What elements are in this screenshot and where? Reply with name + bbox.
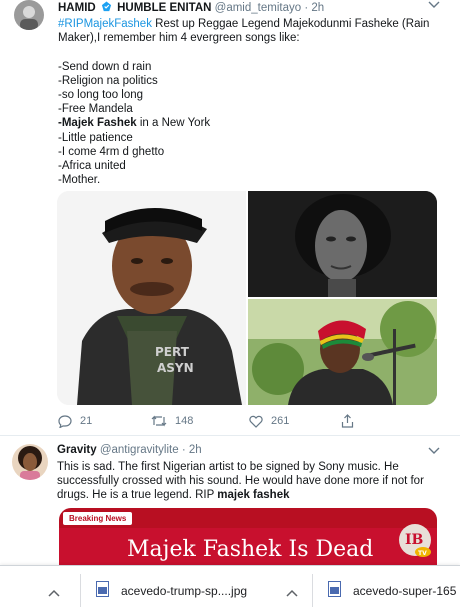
tweet-text: This is sad. The first Nigerian artist t… — [57, 460, 449, 502]
news-headline: Majek Fashek Is Dead — [127, 537, 374, 562]
reply-count: 21 — [80, 415, 93, 427]
download-filename: acevedo-trump-sp....jpg — [121, 583, 248, 598]
song-item: -Little patience — [58, 131, 133, 144]
retweet-icon — [151, 415, 167, 427]
text-line: successfully crossed with his sound. He … — [57, 475, 424, 487]
song-item: -so long too long — [58, 89, 144, 102]
song-bold: Majek Fashek — [61, 117, 137, 130]
chevron-down-icon[interactable] — [428, 446, 440, 458]
like-count: 261 — [271, 415, 290, 427]
song-item: -Africa united — [58, 160, 126, 173]
dot-separator: · — [304, 2, 309, 14]
like-button[interactable]: 261 — [249, 414, 329, 428]
download-item[interactable]: acevedo-trump-sp....jpg — [96, 566, 247, 615]
timestamp[interactable]: 2h — [311, 2, 324, 14]
verified-icon — [101, 1, 112, 15]
tweet-header: Gravity @antigravitylite · 2h — [57, 444, 202, 456]
photo-majek-fashek[interactable]: PERT ASYN — [57, 191, 246, 405]
tweet-hamid[interactable]: HAMID HUMBLE ENITAN @amid_temitayo · 2h … — [0, 0, 460, 428]
tweet-actions: 21 148 261 — [58, 414, 388, 428]
retweet-count: 148 — [175, 415, 194, 427]
photo-performing[interactable] — [248, 299, 437, 405]
song-item: -Religion na politics — [58, 74, 158, 87]
media-grid[interactable]: PERT ASYN — [57, 191, 437, 405]
timestamp[interactable]: 2h — [189, 444, 202, 456]
song-item: -I come 4rm d ghetto — [58, 145, 165, 158]
download-item[interactable]: acevedo-super-165 — [328, 566, 456, 615]
reply-button[interactable]: 21 — [58, 414, 133, 428]
handle[interactable]: @amid_temitayo — [215, 2, 301, 14]
text-line: This is sad. The first Nigerian artist t… — [57, 461, 399, 473]
share-button[interactable] — [341, 414, 381, 428]
news-image-card[interactable]: Breaking News Majek Fashek Is Dead IB TV — [59, 508, 437, 565]
song-item: -Free Mandela — [58, 103, 133, 116]
tweet-text: #RIPMajekFashek Rest up Reggae Legend Ma… — [58, 17, 450, 187]
hashtag-link[interactable]: #RIPMajekFashek — [58, 18, 152, 30]
downloads-bar: acevedo-trump-sp....jpg acevedo-super-16… — [0, 565, 460, 615]
display-name[interactable]: Gravity — [57, 444, 97, 456]
heart-icon — [249, 415, 263, 428]
svg-text:PERT: PERT — [155, 345, 190, 359]
dot-separator: · — [181, 444, 186, 456]
download-filename: acevedo-super-165 — [353, 583, 457, 598]
text-line3: drugs. He is a true legend. RIP — [57, 489, 218, 501]
photo-bw-portrait[interactable] — [248, 191, 437, 297]
tweet-header: HAMID HUMBLE ENITAN @amid_temitayo · 2h — [58, 1, 324, 15]
song-item: -Mother. — [58, 174, 101, 187]
chevron-down-icon[interactable] — [428, 0, 440, 12]
svg-text:IB: IB — [405, 532, 424, 548]
download-separator — [312, 574, 313, 607]
handle[interactable]: @antigravitylite — [100, 444, 179, 456]
svg-text:TV: TV — [418, 550, 427, 557]
breaking-news-tag: Breaking News — [63, 512, 133, 525]
chevron-up-icon[interactable] — [286, 584, 298, 602]
avatar[interactable] — [14, 0, 44, 30]
text-line1: Rest up Reggae Legend Majekodunmi Fashek… — [151, 18, 430, 30]
text-bold: majek fashek — [217, 489, 290, 501]
text-line2: Maker),I remember him 4 evergreen songs … — [58, 32, 300, 45]
download-separator — [80, 574, 81, 607]
chevron-up-icon[interactable] — [48, 584, 60, 602]
display-name-2[interactable]: HUMBLE ENITAN — [117, 2, 211, 14]
reply-icon — [58, 414, 72, 428]
retweet-button[interactable]: 148 — [151, 414, 239, 428]
tv-logo-icon: IB TV — [397, 516, 433, 561]
display-name[interactable]: HAMID — [58, 2, 96, 14]
svg-text:ASYN: ASYN — [157, 361, 194, 375]
song-item: -Send down d rain — [58, 60, 152, 73]
avatar[interactable] — [12, 444, 48, 480]
song-bold-rest: in a New York — [136, 117, 211, 130]
share-icon — [341, 414, 354, 428]
image-file-icon — [96, 581, 109, 600]
image-file-icon — [328, 581, 341, 600]
